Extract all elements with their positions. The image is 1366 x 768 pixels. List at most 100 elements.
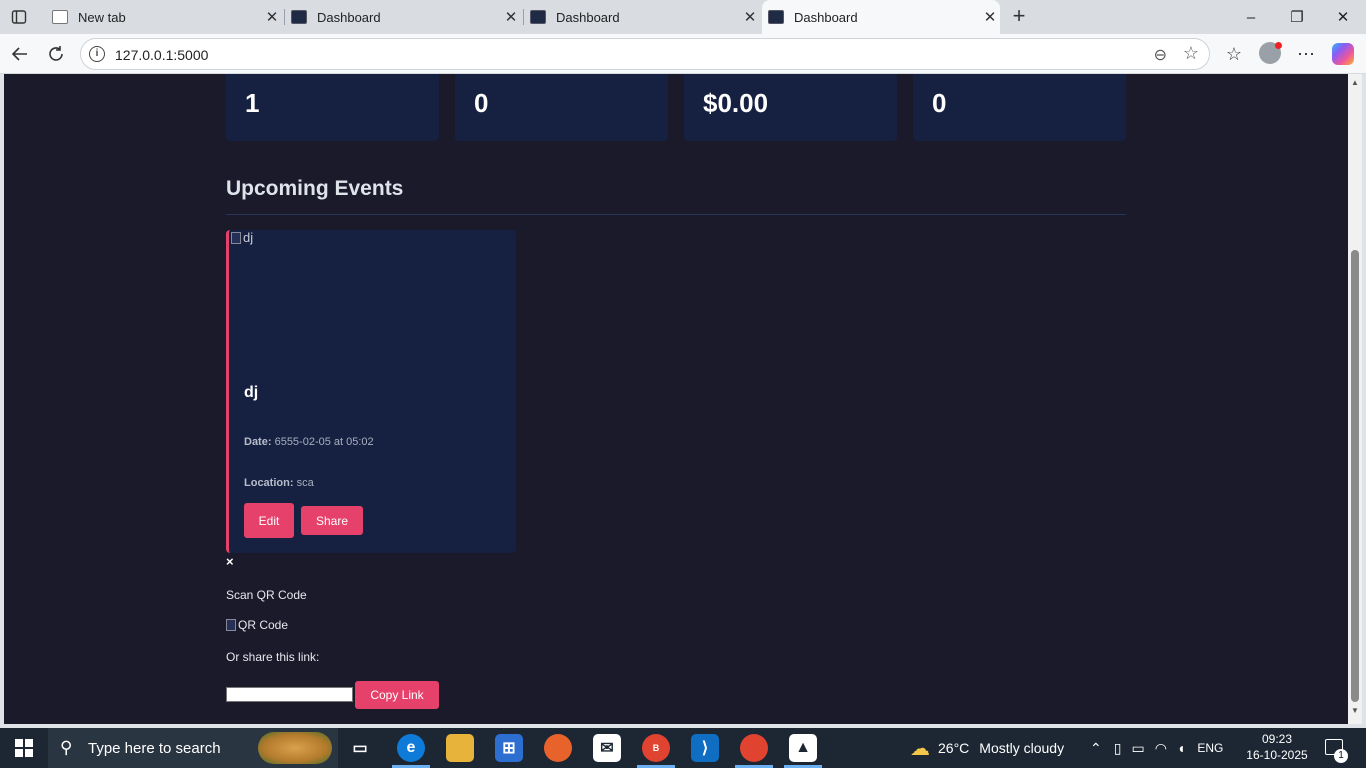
edit-button[interactable]: Edit (244, 503, 294, 538)
photos-icon[interactable]: ▲ (789, 734, 817, 762)
qr-heading: Scan QR Code (226, 588, 307, 602)
language-indicator[interactable]: ENG (1197, 741, 1223, 755)
browser-toolbar: i 127.0.0.1:5000 ⊖ ☆ ☆ ⋯ (0, 34, 1366, 74)
tab-dashboard-1[interactable]: Dashboard ✕ (287, 0, 521, 34)
stat-value: 0 (932, 88, 947, 118)
new-tab-icon (52, 10, 68, 24)
tab-dashboard-active[interactable]: Dashboard ✕ (762, 0, 1000, 34)
edge-browser-icon[interactable]: e (397, 734, 425, 762)
tab-title: Dashboard (317, 9, 381, 25)
search-highlight-image (258, 732, 332, 764)
chrome-profile-icon[interactable]: B (642, 734, 670, 762)
close-window-button[interactable]: ✕ (1320, 0, 1366, 34)
stat-card: 0 (455, 74, 668, 141)
tab-new-tab[interactable]: New tab ✕ (46, 0, 282, 34)
back-button[interactable] (6, 40, 34, 68)
copilot-icon[interactable] (1332, 43, 1354, 65)
event-location-label: Location: (244, 477, 294, 489)
notification-count: 1 (1334, 749, 1348, 763)
event-image-alt: dj (243, 230, 254, 245)
clock-time: 09:23 (1261, 732, 1293, 746)
start-button[interactable] (0, 728, 48, 768)
battery-icon[interactable]: ▭ (1131, 740, 1144, 757)
file-explorer-icon[interactable] (446, 734, 474, 762)
tab-close-icon[interactable]: ✕ (262, 8, 282, 26)
settings-more-button[interactable]: ⋯ (1292, 40, 1320, 68)
stat-value: $0.00 (703, 88, 769, 118)
meet-now-icon[interactable]: ▯ (1114, 740, 1122, 757)
share-link-input[interactable] (226, 687, 353, 702)
page-scrollbar[interactable]: ▲ ▼ (1348, 74, 1362, 724)
tab-actions-button[interactable] (4, 3, 34, 31)
section-divider (226, 214, 1126, 215)
weather-temp: 26°C (938, 740, 970, 756)
qr-code-image: QR Code (226, 618, 288, 632)
terminal-icon (291, 10, 307, 24)
event-image: dj (231, 230, 253, 245)
tab-separator (284, 9, 285, 25)
favorites-icon: ☆ (1225, 43, 1243, 64)
close-modal-icon[interactable]: × (226, 554, 234, 569)
chrome-profile-badge: B (652, 743, 660, 753)
terminal-icon (768, 10, 784, 24)
reload-button[interactable] (42, 40, 70, 68)
favorites-button[interactable]: ☆ (1220, 40, 1248, 68)
tab-close-icon[interactable]: ✕ (740, 8, 760, 26)
system-tray-icons: ⌃ ▯ ▭ ◠ ◖ ENG (1090, 728, 1223, 768)
scroll-down-arrow-icon[interactable]: ▼ (1351, 706, 1359, 715)
taskbar-search[interactable]: ⚲ Type here to search (48, 728, 338, 768)
scrollbar-thumb[interactable] (1351, 250, 1359, 702)
stat-card: 1 (226, 74, 439, 141)
event-title: dj (244, 384, 259, 401)
stat-card: 0 (913, 74, 1126, 141)
clock-date: 16-10-2025 (1246, 748, 1308, 762)
chrome-icon[interactable] (740, 734, 768, 762)
copy-link-button[interactable]: Copy Link (355, 681, 439, 709)
favorite-star-icon[interactable]: ☆ (1183, 43, 1199, 64)
tab-title: Dashboard (556, 9, 620, 25)
event-location-value: sca (296, 477, 314, 489)
windows-logo-icon (15, 739, 33, 757)
back-arrow-icon (11, 47, 27, 61)
zoom-icon[interactable]: ⊖ (1154, 45, 1167, 65)
taskbar-clock[interactable]: 09:23 16-10-2025 (1240, 731, 1314, 763)
more-dots-icon: ⋯ (1297, 43, 1315, 64)
restore-button[interactable]: ❐ (1274, 0, 1320, 34)
stat-value: 1 (245, 88, 260, 118)
volume-icon[interactable]: ◖ (1177, 740, 1185, 756)
tab-close-icon[interactable]: ✕ (980, 8, 1000, 26)
page-viewport: 1 0 $0.00 0 Upcoming Events dj dj Date: … (4, 74, 1348, 724)
weather-widget[interactable]: ☁ 26°C Mostly cloudy (910, 728, 1064, 768)
microsoft-store-icon[interactable]: ⊞ (495, 734, 523, 762)
tab-close-icon[interactable]: ✕ (501, 8, 521, 26)
browser-tab-strip: New tab ✕ Dashboard ✕ Dashboard ✕ Dashbo… (0, 0, 1366, 34)
mail-icon[interactable]: ✉ (593, 734, 621, 762)
event-date-value: 6555-02-05 at 05:02 (274, 436, 374, 448)
new-tab-button[interactable]: + (1008, 3, 1030, 29)
stat-card: $0.00 (684, 74, 897, 141)
event-date: Date: 6555-02-05 at 05:02 (244, 436, 374, 448)
show-hidden-icons-chevron-icon[interactable]: ⌃ (1090, 740, 1102, 757)
share-button[interactable]: Share (301, 506, 363, 535)
tab-title: New tab (78, 9, 126, 25)
tab-actions-icon (11, 10, 27, 24)
tab-title: Dashboard (794, 9, 858, 25)
taskbar: ⚲ Type here to search ▭ e ⊞ ✉ B ⟩ ▲ ☁ 26… (0, 728, 1366, 768)
qr-code-alt: QR Code (238, 618, 289, 632)
firefox-icon[interactable] (544, 734, 572, 762)
reload-icon (49, 46, 63, 61)
address-bar[interactable]: i 127.0.0.1:5000 ⊖ ☆ (80, 38, 1210, 70)
site-info-icon[interactable]: i (89, 46, 105, 62)
vscode-icon[interactable]: ⟩ (691, 734, 719, 762)
address-bar-url: 127.0.0.1:5000 (115, 47, 209, 63)
tab-dashboard-2[interactable]: Dashboard ✕ (526, 0, 760, 34)
search-icon: ⚲ (60, 738, 73, 757)
task-view-icon[interactable]: ▭ (346, 734, 374, 762)
broken-image-icon (226, 619, 236, 631)
broken-image-icon (231, 231, 241, 244)
tab-separator (523, 9, 524, 25)
scroll-up-arrow-icon[interactable]: ▲ (1351, 78, 1359, 87)
wifi-icon[interactable]: ◠ (1155, 740, 1167, 757)
share-link-label: Or share this link: (226, 650, 320, 664)
minimize-button[interactable]: – (1228, 0, 1274, 34)
